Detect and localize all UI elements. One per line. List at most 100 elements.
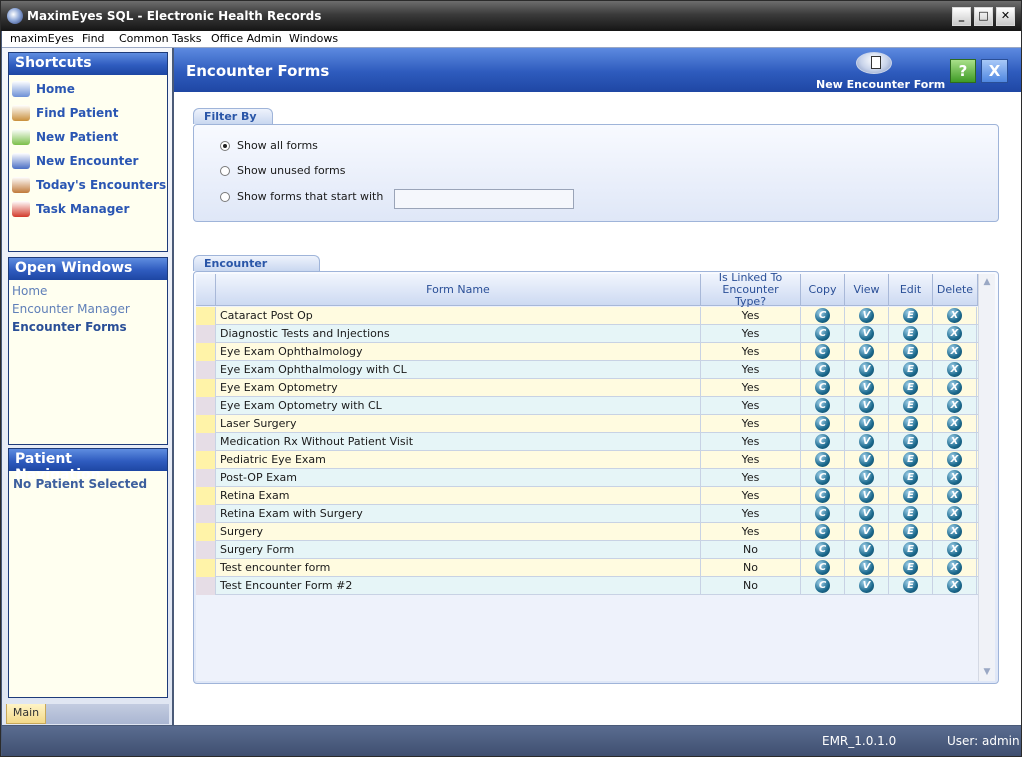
form-name-cell[interactable]: Test encounter form — [216, 559, 701, 577]
view-icon[interactable]: V — [859, 452, 874, 467]
edit-icon[interactable]: E — [903, 416, 918, 431]
menu-office-admin[interactable]: Office Admin — [211, 32, 282, 45]
row-indicator[interactable] — [196, 397, 216, 415]
starts-with-input[interactable] — [394, 189, 574, 209]
new-encounter-form-button[interactable]: New Encounter Form — [816, 78, 945, 91]
form-name-cell[interactable]: Retina Exam with Surgery — [216, 505, 701, 523]
table-row[interactable]: Surgery Yes C V E X — [196, 523, 978, 541]
row-indicator[interactable] — [196, 523, 216, 541]
form-name-cell[interactable]: Laser Surgery — [216, 415, 701, 433]
row-indicator[interactable] — [196, 559, 216, 577]
column-header-delete[interactable]: Delete — [933, 274, 978, 306]
view-icon[interactable]: V — [859, 344, 874, 359]
view-icon[interactable]: V — [859, 416, 874, 431]
menu-find[interactable]: Find — [82, 32, 105, 45]
open-window-item[interactable]: Encounter Forms — [12, 320, 127, 334]
copy-icon[interactable]: C — [815, 578, 830, 593]
delete-icon[interactable]: X — [947, 416, 962, 431]
copy-icon[interactable]: C — [815, 506, 830, 521]
edit-icon[interactable]: E — [903, 542, 918, 557]
table-row[interactable]: Cataract Post Op Yes C V E X — [196, 307, 978, 325]
edit-icon[interactable]: E — [903, 506, 918, 521]
form-name-cell[interactable]: Test Encounter Form #2 — [216, 577, 701, 595]
column-header-copy[interactable]: Copy — [801, 274, 845, 306]
table-row[interactable]: Test Encounter Form #2 No C V E X — [196, 577, 978, 595]
table-row[interactable]: Surgery Form No C V E X — [196, 541, 978, 559]
copy-icon[interactable]: C — [815, 434, 830, 449]
table-row[interactable]: Diagnostic Tests and Injections Yes C V E X — [196, 325, 978, 343]
form-name-cell[interactable]: Eye Exam Ophthalmology with CL — [216, 361, 701, 379]
view-icon[interactable]: V — [859, 326, 874, 341]
delete-icon[interactable]: X — [947, 344, 962, 359]
copy-icon[interactable]: C — [815, 416, 830, 431]
row-indicator[interactable] — [196, 451, 216, 469]
view-icon[interactable]: V — [859, 524, 874, 539]
edit-icon[interactable]: E — [903, 326, 918, 341]
row-indicator[interactable] — [196, 361, 216, 379]
view-icon[interactable]: V — [859, 506, 874, 521]
menu-maximeyes[interactable]: maximEyes — [10, 32, 74, 45]
edit-icon[interactable]: E — [903, 470, 918, 485]
row-indicator[interactable] — [196, 433, 216, 451]
close-form-button[interactable]: X — [981, 59, 1008, 83]
edit-icon[interactable]: E — [903, 452, 918, 467]
copy-icon[interactable]: C — [815, 488, 830, 503]
column-header-form-name[interactable]: Form Name — [216, 274, 701, 306]
delete-icon[interactable]: X — [947, 488, 962, 503]
copy-icon[interactable]: C — [815, 524, 830, 539]
view-icon[interactable]: V — [859, 308, 874, 323]
column-header-edit[interactable]: Edit — [889, 274, 933, 306]
view-icon[interactable]: V — [859, 398, 874, 413]
edit-icon[interactable]: E — [903, 524, 918, 539]
form-name-cell[interactable]: Pediatric Eye Exam — [216, 451, 701, 469]
form-name-cell[interactable]: Medication Rx Without Patient Visit — [216, 433, 701, 451]
help-button[interactable]: ? — [950, 59, 976, 83]
table-row[interactable]: Eye Exam Optometry Yes C V E X — [196, 379, 978, 397]
open-window-item[interactable]: Encounter Manager — [12, 302, 130, 316]
copy-icon[interactable]: C — [815, 344, 830, 359]
edit-icon[interactable]: E — [903, 398, 918, 413]
form-name-cell[interactable]: Diagnostic Tests and Injections — [216, 325, 701, 343]
copy-icon[interactable]: C — [815, 452, 830, 467]
delete-icon[interactable]: X — [947, 560, 962, 575]
row-indicator[interactable] — [196, 307, 216, 325]
row-indicator[interactable] — [196, 541, 216, 559]
table-scrollbar[interactable]: ▲ ▼ — [978, 274, 995, 681]
tab-main[interactable]: Main — [6, 704, 46, 724]
edit-icon[interactable]: E — [903, 578, 918, 593]
copy-icon[interactable]: C — [815, 398, 830, 413]
menu-windows[interactable]: Windows — [289, 32, 338, 45]
delete-icon[interactable]: X — [947, 524, 962, 539]
copy-icon[interactable]: C — [815, 542, 830, 557]
copy-icon[interactable]: C — [815, 470, 830, 485]
copy-icon[interactable]: C — [815, 380, 830, 395]
table-row[interactable]: Retina Exam with Surgery Yes C V E X — [196, 505, 978, 523]
copy-icon[interactable]: C — [815, 308, 830, 323]
filter-radio[interactable] — [220, 192, 230, 202]
new-document-icon[interactable] — [856, 52, 892, 74]
title-bar[interactable]: MaximEyes SQL - Electronic Health Record… — [1, 1, 1021, 31]
copy-icon[interactable]: C — [815, 362, 830, 377]
open-window-item[interactable]: Home — [12, 284, 47, 298]
view-icon[interactable]: V — [859, 488, 874, 503]
table-row[interactable]: Post-OP Exam Yes C V E X — [196, 469, 978, 487]
form-name-cell[interactable]: Surgery Form — [216, 541, 701, 559]
row-indicator[interactable] — [196, 505, 216, 523]
edit-icon[interactable]: E — [903, 434, 918, 449]
delete-icon[interactable]: X — [947, 470, 962, 485]
delete-icon[interactable]: X — [947, 362, 962, 377]
view-icon[interactable]: V — [859, 470, 874, 485]
view-icon[interactable]: V — [859, 362, 874, 377]
delete-icon[interactable]: X — [947, 434, 962, 449]
edit-icon[interactable]: E — [903, 362, 918, 377]
filter-radio-label[interactable]: Show all forms — [237, 139, 318, 152]
maximize-button[interactable]: □ — [974, 7, 993, 26]
form-name-cell[interactable]: Post-OP Exam — [216, 469, 701, 487]
scroll-down-icon[interactable]: ▼ — [981, 666, 993, 678]
edit-icon[interactable]: E — [903, 308, 918, 323]
form-name-cell[interactable]: Eye Exam Optometry with CL — [216, 397, 701, 415]
delete-icon[interactable]: X — [947, 308, 962, 323]
filter-radio-label[interactable]: Show forms that start with — [237, 190, 383, 203]
close-window-button[interactable]: ✕ — [996, 7, 1015, 26]
table-row[interactable]: Eye Exam Ophthalmology Yes C V E X — [196, 343, 978, 361]
